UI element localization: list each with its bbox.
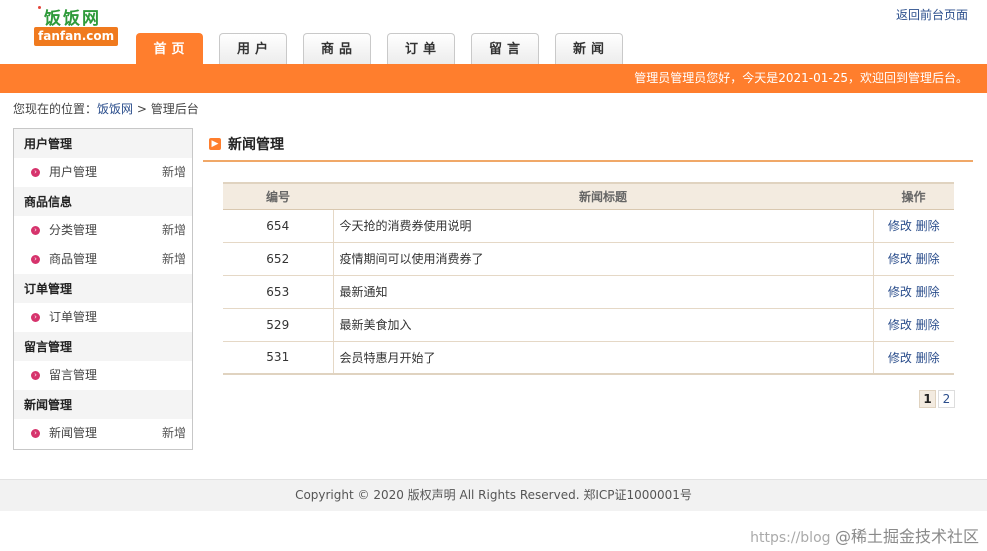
edit-link[interactable]: 修改: [888, 219, 912, 233]
edit-link[interactable]: 修改: [888, 252, 912, 266]
copyright-text: Copyright © 2020 版权声明 All Rights Reserve…: [295, 488, 692, 502]
sidebar-item[interactable]: › 新闻管理 新增: [14, 419, 192, 448]
bullet-icon: ›: [31, 429, 40, 438]
delete-link[interactable]: 删除: [916, 252, 940, 266]
header-ops: 操作: [873, 182, 954, 210]
table-row: 531 会员特惠月开始了 修改 删除: [223, 341, 954, 375]
news-title: 疫情期间可以使用消费券了: [333, 242, 874, 276]
main-title: ▶ 新闻管理: [209, 134, 284, 154]
bullet-icon: ›: [31, 313, 40, 322]
news-id: 652: [223, 242, 334, 276]
sidebar-item-label: 留言管理: [49, 368, 98, 382]
add-link[interactable]: 新增: [162, 419, 186, 448]
breadcrumb-prefix: 您现在的位置：: [13, 102, 98, 116]
sidebar-item[interactable]: › 留言管理: [14, 361, 192, 390]
header: 饭饭网 fanfan.com 返回前台页面 首页 用户 商品 订单 留言 新闻: [0, 0, 987, 64]
sidebar-group-title: 新闻管理: [14, 390, 192, 419]
header-id: 编号: [223, 182, 333, 210]
news-title: 会员特惠月开始了: [333, 341, 874, 375]
welcome-bar: 管理员管理员您好，今天是2021-01-25，欢迎回到管理后台。: [0, 64, 987, 93]
news-title: 最新通知: [333, 275, 874, 309]
bullet-icon: ›: [31, 226, 40, 235]
page-1: 1: [919, 390, 936, 408]
add-link[interactable]: 新增: [162, 158, 186, 187]
edit-link[interactable]: 修改: [888, 318, 912, 332]
breadcrumb-separator: >: [136, 102, 147, 116]
nav-tab-0[interactable]: 首页: [136, 33, 203, 64]
sidebar-group-title: 用户管理: [14, 129, 192, 158]
row-actions: 修改 删除: [873, 308, 954, 342]
sidebar-item-label: 订单管理: [49, 310, 98, 324]
page-title: 新闻管理: [228, 137, 284, 153]
breadcrumb: 您现在的位置：饭饭网 > 管理后台: [13, 100, 199, 117]
row-actions: 修改 删除: [873, 209, 954, 243]
watermark: https://blog @稀土掘金技术社区: [750, 523, 979, 547]
add-link[interactable]: 新增: [162, 245, 186, 274]
footer: Copyright © 2020 版权声明 All Rights Reserve…: [0, 479, 987, 511]
add-link[interactable]: 新增: [162, 216, 186, 245]
sidebar-group-title: 商品信息: [14, 187, 192, 216]
arrow-right-icon: ▶: [209, 138, 221, 150]
sidebar-item-label: 商品管理: [49, 252, 98, 266]
delete-link[interactable]: 删除: [916, 318, 940, 332]
bullet-icon: ›: [31, 371, 40, 380]
nav-tab-3[interactable]: 订单: [387, 33, 455, 64]
sidebar-item-label: 用户管理: [49, 165, 98, 179]
table-row: 654 今天抢的消费券使用说明 修改 删除: [223, 209, 954, 243]
news-id: 529: [223, 308, 334, 342]
sidebar-item-label: 新闻管理: [49, 426, 98, 440]
logo-cn-text: 饭饭网: [38, 4, 101, 29]
news-title: 最新美食加入: [333, 308, 874, 342]
welcome-text: 管理员管理员您好，今天是2021-01-25，欢迎回到管理后台。: [634, 71, 968, 85]
table-row: 529 最新美食加入 修改 删除: [223, 308, 954, 342]
news-id: 654: [223, 209, 334, 243]
edit-link[interactable]: 修改: [888, 285, 912, 299]
title-divider: [203, 160, 973, 162]
nav-tab-5[interactable]: 新闻: [555, 33, 623, 64]
row-actions: 修改 删除: [873, 242, 954, 276]
back-to-frontend-link[interactable]: 返回前台页面: [896, 6, 968, 23]
news-title: 今天抢的消费券使用说明: [333, 209, 874, 243]
news-id: 653: [223, 275, 334, 309]
bullet-icon: ›: [31, 168, 40, 177]
sidebar: 用户管理 › 用户管理 新增 商品信息 › 分类管理 新增 › 商品管理 新增 订单管理 › 订单管理 留言…: [13, 128, 193, 450]
sidebar-item[interactable]: › 分类管理 新增: [14, 216, 192, 245]
page-2[interactable]: 2: [938, 390, 955, 408]
site-logo[interactable]: 饭饭网 fanfan.com: [34, 4, 119, 46]
news-table: 编号 新闻标题 操作 654 今天抢的消费券使用说明 修改 删除 652 疫情期间可以使…: [223, 182, 954, 375]
watermark-url: https://blog: [750, 530, 831, 546]
breadcrumb-current: 管理后台: [150, 102, 199, 116]
delete-link[interactable]: 删除: [916, 351, 940, 365]
sidebar-group-title: 订单管理: [14, 274, 192, 303]
sidebar-group-title: 留言管理: [14, 332, 192, 361]
logo-en-text: fanfan.com: [34, 27, 119, 46]
nav-tab-1[interactable]: 用户: [219, 33, 287, 64]
delete-link[interactable]: 删除: [916, 219, 940, 233]
breadcrumb-home-link[interactable]: 饭饭网: [97, 102, 133, 116]
edit-link[interactable]: 修改: [888, 351, 912, 365]
pagination: 12: [917, 390, 955, 408]
bullet-icon: ›: [31, 255, 40, 264]
sidebar-item-label: 分类管理: [49, 223, 98, 237]
nav-tab-2[interactable]: 商品: [303, 33, 371, 64]
watermark-text: @稀土掘金技术社区: [834, 527, 979, 546]
sidebar-item[interactable]: › 订单管理: [14, 303, 192, 332]
table-row: 652 疫情期间可以使用消费券了 修改 删除: [223, 242, 954, 276]
nav-tab-4[interactable]: 留言: [471, 33, 539, 64]
sidebar-item[interactable]: › 用户管理 新增: [14, 158, 192, 187]
table-row: 653 最新通知 修改 删除: [223, 275, 954, 309]
table-header-row: 编号 新闻标题 操作: [223, 182, 954, 210]
delete-link[interactable]: 删除: [916, 285, 940, 299]
row-actions: 修改 删除: [873, 275, 954, 309]
main-nav: 首页 用户 商品 订单 留言 新闻: [136, 33, 639, 64]
news-id: 531: [223, 341, 334, 375]
header-title: 新闻标题: [333, 182, 873, 210]
sidebar-item[interactable]: › 商品管理 新增: [14, 245, 192, 274]
row-actions: 修改 删除: [873, 341, 954, 375]
